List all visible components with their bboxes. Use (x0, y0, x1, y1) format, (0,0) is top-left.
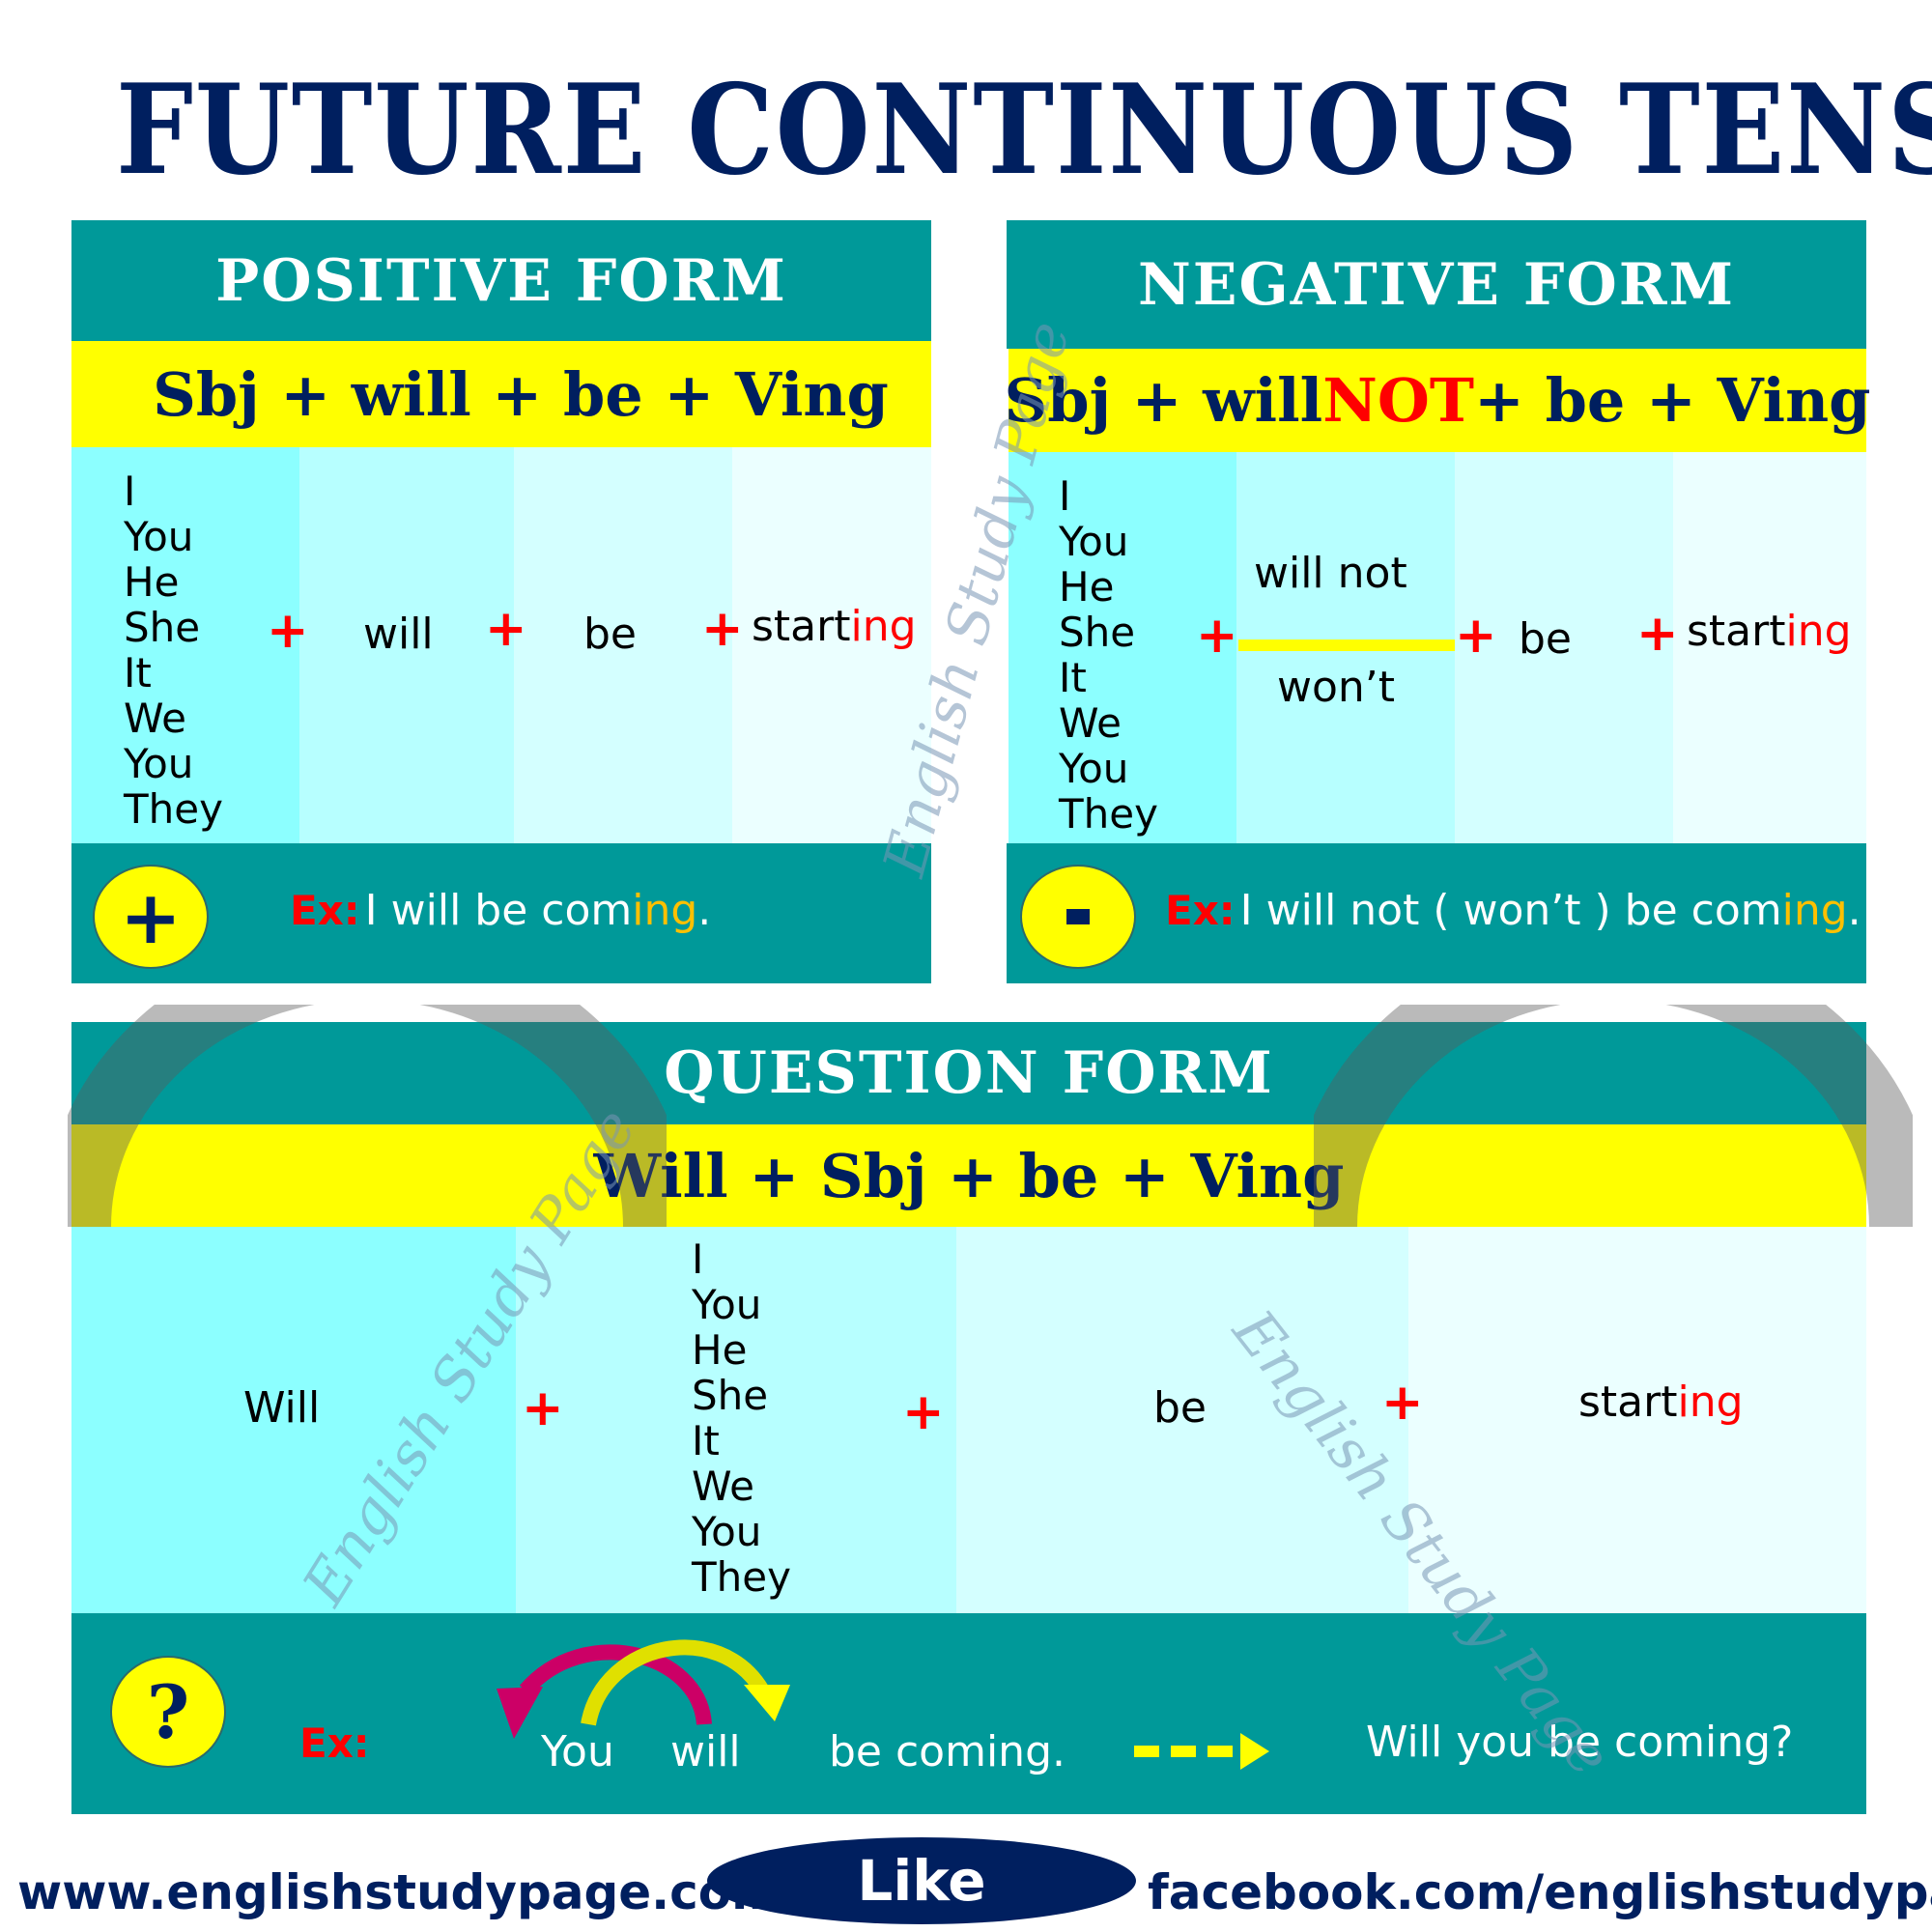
plus-sign: + (1196, 607, 1238, 665)
minus-symbol (1066, 909, 1090, 924)
subject-item: They (692, 1553, 791, 1601)
positive-form-panel: POSITIVE FORM Sbj + will + be + Ving I Y… (71, 220, 931, 983)
subject-item: It (692, 1417, 720, 1464)
like-button[interactable]: Like (707, 1837, 1136, 1924)
plus-sign: + (1381, 1374, 1424, 1432)
aux-will: will (363, 610, 434, 659)
negative-table: I You He She It We You They + will not w… (1007, 452, 1866, 843)
subject-item: She (124, 604, 201, 651)
aux-will: Will (243, 1383, 321, 1433)
yellow-arrowhead (744, 1685, 790, 1721)
swap-arrows-icon (497, 1639, 790, 1739)
subject-item: You (1059, 518, 1129, 565)
dashed-arrow-icon (1134, 1733, 1269, 1770)
website-link[interactable]: www.englishstudypage.com (17, 1864, 781, 1920)
subject-item: I (1059, 472, 1071, 520)
verb-stem: start (752, 602, 851, 651)
be-word: be (583, 610, 637, 659)
negative-form-panel: NEGATIVE FORM Sbj + will NOT + be + Ving… (1005, 220, 1871, 983)
divider-line (1238, 639, 1455, 651)
negative-formula: Sbj + will NOT + be + Ving (1005, 349, 1871, 452)
subject-item: It (124, 649, 152, 696)
example-sentence: I will not ( won’t ) be coming. (1239, 886, 1861, 935)
plus-sign: + (1636, 605, 1679, 663)
not-highlight: NOT (1322, 365, 1475, 436)
subject-item: He (692, 1326, 748, 1374)
plus-sign: + (902, 1383, 945, 1441)
example-rest: be coming. (829, 1727, 1065, 1776)
subject-item: You (1059, 745, 1129, 792)
plus-sign: + (485, 600, 527, 658)
question-badge-icon: ? (110, 1656, 226, 1768)
subject-item: You (692, 1281, 762, 1328)
subject-list: I You He She It We You They (692, 1236, 791, 1600)
positive-form-header: POSITIVE FORM (71, 220, 931, 341)
example-label: Ex: (1165, 887, 1236, 934)
example-sentence: I will be coming. (364, 886, 712, 935)
page-title: FUTURE CONTINUOUS TENSE (116, 58, 1932, 203)
plus-badge-icon: + (93, 865, 209, 969)
plus-sign: + (522, 1379, 564, 1437)
positive-example: Ex: I will be coming. (290, 886, 711, 935)
like-label: Like (857, 1848, 986, 1914)
subject-item: He (1059, 563, 1115, 611)
verb-stem: start (1578, 1378, 1678, 1427)
subject-list: I You He She It We You They (124, 469, 223, 832)
example-label: Ex: (290, 887, 360, 934)
example-will: will (670, 1727, 741, 1776)
subject-item: He (124, 558, 180, 606)
subject-item: I (692, 1236, 704, 1283)
minus-badge-icon (1020, 865, 1136, 969)
subject-item: We (1059, 699, 1122, 747)
verb-suffix: ing (850, 602, 917, 651)
subject-item: You (124, 513, 194, 560)
plus-sign: + (1455, 607, 1497, 665)
verb-starting: starting (1578, 1378, 1744, 1427)
magenta-arrowhead (497, 1687, 543, 1739)
subject-item: I (124, 468, 136, 515)
website-arc-watermark (68, 1005, 667, 1228)
magenta-arrow (519, 1644, 712, 1726)
question-table: Will + I You He She It We You They + be … (71, 1227, 1866, 1613)
website-arc-watermark (1314, 1005, 1913, 1228)
facebook-link[interactable]: facebook.com/englishstudypage (1148, 1864, 1932, 1920)
verb-suffix: ing (1677, 1378, 1744, 1427)
verb-suffix: ing (1785, 607, 1852, 656)
aux-will-not: will not (1254, 549, 1407, 598)
verb-starting: starting (752, 602, 917, 651)
subject-item: You (124, 740, 194, 787)
plus-sign: + (267, 602, 309, 660)
example-result: Will you be coming? (1366, 1718, 1794, 1767)
subject-list: I You He She It We You They (1059, 473, 1158, 837)
positive-table: I You He She It We You They + will + be … (71, 447, 931, 843)
subject-item: It (1059, 654, 1087, 701)
aux-wont: won’t (1277, 663, 1396, 712)
positive-formula: Sbj + will + be + Ving (71, 341, 931, 447)
subject-item: They (124, 785, 223, 833)
negative-form-header: NEGATIVE FORM (1007, 220, 1866, 349)
be-word: be (1519, 614, 1572, 664)
subject-item: She (1059, 609, 1136, 656)
subject-item: She (692, 1372, 769, 1419)
be-word: be (1153, 1383, 1207, 1433)
example-label: Ex: (299, 1719, 370, 1767)
negative-example-bar: Ex: I will not ( won’t ) be coming. (1007, 843, 1866, 983)
plus-sign: + (701, 600, 744, 658)
subject-item: We (124, 695, 186, 742)
positive-example-bar: + Ex: I will be coming. (71, 843, 931, 983)
verb-stem: start (1687, 607, 1786, 656)
subject-item: We (692, 1463, 754, 1510)
example-you: You (541, 1727, 614, 1776)
subject-item: They (1059, 790, 1158, 838)
verb-starting: starting (1687, 607, 1852, 656)
question-example-bar: ? Ex: You will be coming. Will you be co… (71, 1613, 1866, 1814)
negative-example: Ex: I will not ( won’t ) be coming. (1165, 886, 1861, 935)
subject-item: You (692, 1508, 762, 1555)
